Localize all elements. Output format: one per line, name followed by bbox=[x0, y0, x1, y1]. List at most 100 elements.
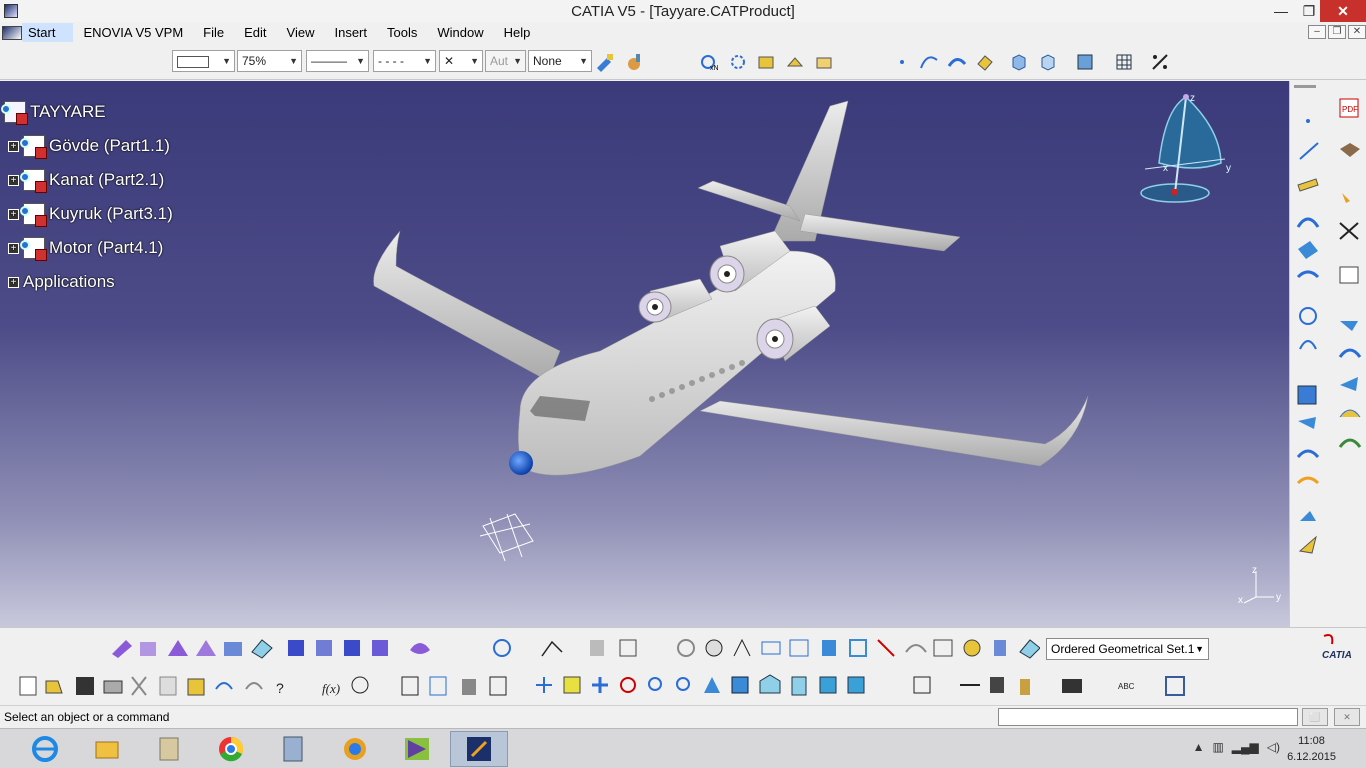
doc-restore-button[interactable]: ❐ bbox=[1328, 25, 1346, 39]
menu-view[interactable]: View bbox=[277, 25, 325, 40]
catalog-icon[interactable] bbox=[1074, 51, 1096, 73]
calculator-icon[interactable] bbox=[264, 731, 322, 767]
graphic-properties-toolbar: ▼ 75% ▼ ——— ▼ - - - - ▼ ✕ ▼ Aut ▼ None ▼… bbox=[0, 43, 1366, 80]
tree-root[interactable]: TAYYARE bbox=[1, 95, 173, 129]
window-maximize-button[interactable]: ❐ bbox=[1298, 0, 1320, 22]
power-input-field[interactable] bbox=[998, 708, 1298, 726]
paint-icon[interactable] bbox=[326, 731, 384, 767]
window-title: CATIA V5 - [Tayyare.CATProduct] bbox=[571, 2, 795, 20]
window-minimize-button[interactable]: — bbox=[1264, 0, 1298, 22]
volume-icon[interactable]: ◁) bbox=[1267, 740, 1280, 754]
view-iso-icon[interactable] bbox=[1008, 51, 1030, 73]
clock[interactable]: 11:08 6.12.2015 bbox=[1287, 733, 1336, 765]
grid-icon[interactable] bbox=[1113, 51, 1135, 73]
tree-item-kuyruk[interactable]: + Kuyruk (Part3.1) bbox=[4, 197, 173, 231]
fix-constraint-icon[interactable] bbox=[784, 51, 806, 73]
notepad-icon[interactable] bbox=[140, 731, 198, 767]
tree-root-label: TAYYARE bbox=[30, 102, 106, 121]
color-combo[interactable]: ▼ bbox=[172, 50, 235, 72]
line-type-combo[interactable]: - - - - ▼ bbox=[373, 50, 436, 72]
status-bar: Select an object or a command ⬜ ✕ bbox=[0, 705, 1366, 728]
tree-item-label: Applications bbox=[23, 272, 115, 291]
network-icon[interactable]: ▥ bbox=[1212, 740, 1223, 754]
media-app-icon[interactable] bbox=[388, 731, 446, 767]
compass-x-label: x bbox=[1163, 163, 1168, 174]
menu-window[interactable]: Window bbox=[427, 25, 493, 40]
update-all-icon[interactable]: xN bbox=[697, 51, 719, 73]
tree-item-applications[interactable]: + Applications bbox=[4, 265, 173, 299]
chevron-down-icon: ▼ bbox=[222, 56, 231, 66]
expand-icon[interactable]: + bbox=[8, 174, 19, 186]
color-brush-icon[interactable] bbox=[623, 51, 645, 73]
geometrical-set-value: Ordered Geometrical Set.1 bbox=[1051, 642, 1195, 656]
tree-item-label: Motor (Part4.1) bbox=[49, 238, 164, 257]
axis-triad: z x y bbox=[1238, 565, 1281, 606]
tree-item-govde[interactable]: + Gövde (Part1.1) bbox=[4, 129, 173, 163]
tree-item-label: Gövde (Part1.1) bbox=[49, 136, 170, 155]
chevron-down-icon: ▼ bbox=[470, 56, 479, 66]
compass-icon[interactable]: z x y bbox=[1135, 89, 1245, 209]
doc-close-button[interactable]: ✕ bbox=[1348, 25, 1366, 39]
product-icon[interactable] bbox=[813, 51, 835, 73]
transparency-combo[interactable]: 75% ▼ bbox=[237, 50, 302, 72]
sketch-icon[interactable] bbox=[974, 51, 996, 73]
expand-icon[interactable]: + bbox=[8, 208, 19, 220]
measure-icon[interactable] bbox=[1149, 51, 1171, 73]
rendering-style-combo: Aut ▼ bbox=[485, 50, 526, 72]
triad-x-label: x bbox=[1238, 595, 1243, 606]
triad-y-label: y bbox=[1276, 592, 1281, 603]
bottom-toolbar-1-icons bbox=[112, 638, 1040, 659]
point-icon[interactable] bbox=[891, 51, 913, 73]
clock-time: 11:08 bbox=[1298, 735, 1325, 747]
constraint-icon[interactable] bbox=[755, 51, 777, 73]
part-icon bbox=[20, 135, 47, 159]
catia-taskbar-icon[interactable] bbox=[450, 731, 508, 767]
doc-minimize-button[interactable]: – bbox=[1308, 25, 1326, 39]
svg-text:ABC: ABC bbox=[1118, 682, 1135, 691]
3d-viewport[interactable]: TAYYARE + Gövde (Part1.1) + Kanat (Part2… bbox=[0, 81, 1289, 627]
nose-cone[interactable] bbox=[509, 451, 533, 475]
catia-app-icon[interactable] bbox=[4, 4, 18, 18]
menu-enovia[interactable]: ENOVIA V5 VPM bbox=[73, 25, 193, 40]
file-explorer-icon[interactable] bbox=[78, 731, 136, 767]
chrome-icon[interactable] bbox=[202, 731, 260, 767]
menu-edit[interactable]: Edit bbox=[234, 25, 276, 40]
spline-icon[interactable] bbox=[918, 51, 940, 73]
part-icon bbox=[20, 237, 47, 261]
document-icon[interactable] bbox=[2, 25, 22, 40]
layer-value: None bbox=[533, 54, 562, 68]
layer-combo[interactable]: None ▼ bbox=[528, 50, 592, 72]
menu-insert[interactable]: Insert bbox=[324, 25, 377, 40]
geometrical-set-combo[interactable]: Ordered Geometrical Set.1 ▼ bbox=[1046, 638, 1209, 660]
power-input-button[interactable]: ⬜ bbox=[1302, 708, 1328, 726]
signal-icon[interactable]: ▂▄▆ bbox=[1232, 740, 1259, 754]
chevron-down-icon: ▼ bbox=[423, 56, 432, 66]
menu-tools[interactable]: Tools bbox=[377, 25, 427, 40]
internet-explorer-icon[interactable] bbox=[16, 731, 74, 767]
menu-start[interactable]: Start bbox=[22, 23, 74, 42]
expand-icon[interactable]: + bbox=[8, 242, 19, 254]
power-input-clear-button[interactable]: ✕ bbox=[1334, 708, 1360, 726]
origin-axis-system[interactable] bbox=[479, 513, 534, 562]
tree-item-kanat[interactable]: + Kanat (Part2.1) bbox=[4, 163, 173, 197]
triad-z-label: z bbox=[1252, 565, 1257, 576]
view-front-icon[interactable] bbox=[1037, 51, 1059, 73]
tray-expand-icon[interactable]: ▲ bbox=[1193, 740, 1205, 754]
point-symbol-combo[interactable]: ✕ ▼ bbox=[439, 50, 483, 72]
airplane-model[interactable] bbox=[0, 81, 1289, 627]
menu-file[interactable]: File bbox=[193, 25, 234, 40]
right-toolbar-icons: PDF bbox=[1294, 85, 1362, 554]
line-thickness-combo[interactable]: ——— ▼ bbox=[306, 50, 369, 72]
compass-z-label: z bbox=[1190, 93, 1195, 104]
manipulate-icon[interactable] bbox=[727, 51, 749, 73]
tree-item-motor[interactable]: + Motor (Part4.1) bbox=[4, 231, 173, 265]
surface-icon[interactable] bbox=[946, 51, 968, 73]
menu-help[interactable]: Help bbox=[494, 25, 541, 40]
window-close-button[interactable]: ✕ bbox=[1320, 0, 1366, 22]
painter-icon[interactable] bbox=[594, 51, 616, 73]
transparency-value: 75% bbox=[242, 54, 267, 68]
expand-icon[interactable]: + bbox=[8, 276, 19, 288]
catia-logo: CATIA bbox=[1318, 632, 1362, 662]
menu-bar: Start ENOVIA V5 VPM File Edit View Inser… bbox=[0, 22, 1366, 43]
expand-icon[interactable]: + bbox=[8, 140, 19, 152]
